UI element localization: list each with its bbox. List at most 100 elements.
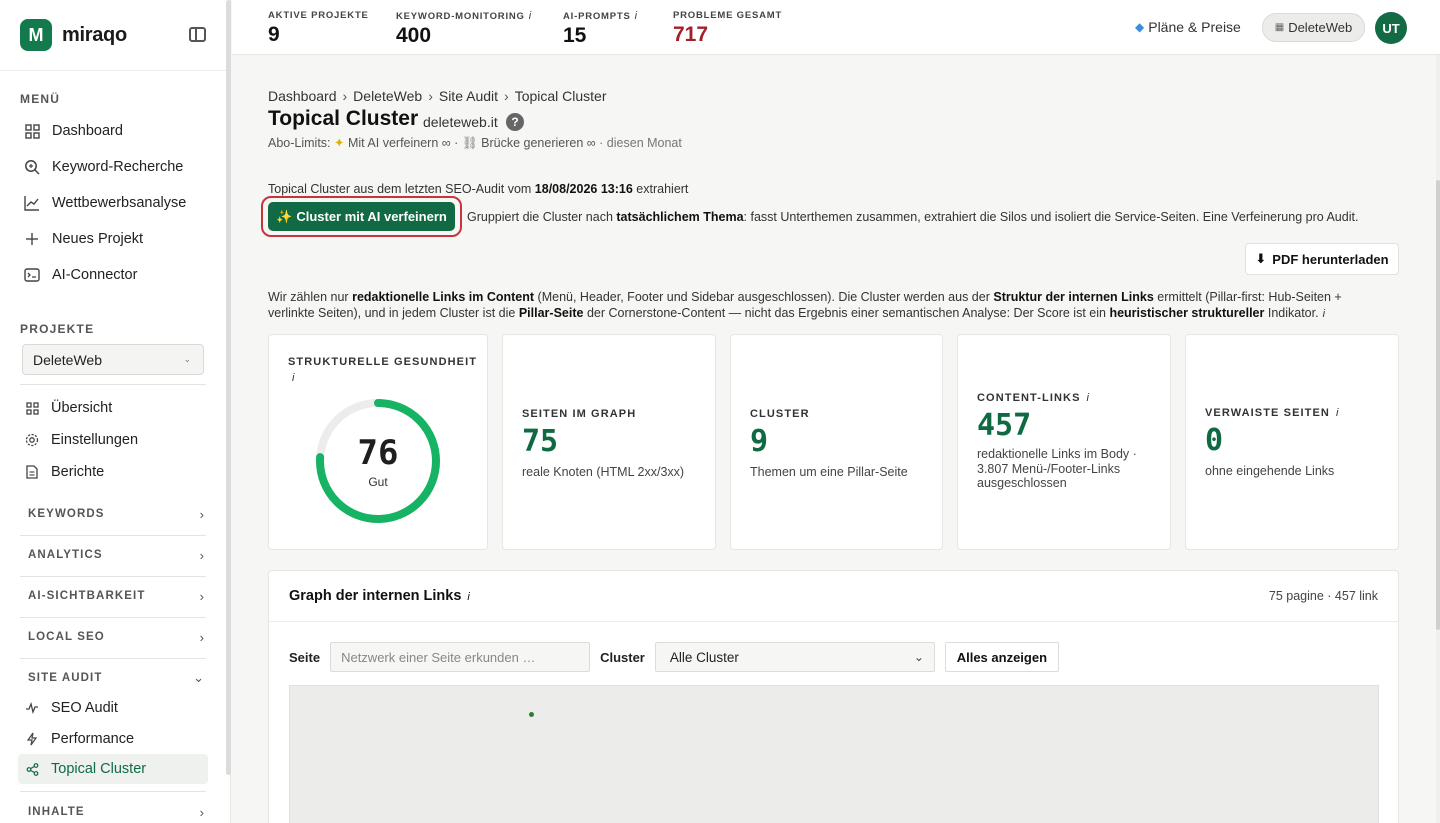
section-label: KEYWORDS [28,508,105,520]
section-label: INHALTE [28,806,85,818]
sidebar-item-label: Übersicht [51,400,113,416]
breadcrumb-item[interactable]: Dashboard [268,88,337,104]
info-icon[interactable]: i [292,372,294,384]
stat-problems-total: PROBLEME GESAMT 717 [673,10,782,47]
card-label: CLUSTER [750,408,810,420]
graph-canvas[interactable] [289,685,1379,823]
info-icon[interactable]: i [1087,392,1089,404]
graph-filters: Seite Cluster Alle Cluster ⌄ Alles anzei… [289,641,1059,673]
sidebar-item-performance[interactable]: Performance [18,724,208,754]
breadcrumb-item[interactable]: Site Audit [439,88,498,104]
sidebar-item-dashboard[interactable]: Dashboard [18,116,208,146]
info-icon[interactable]: i [1336,407,1338,419]
cluster-filter-label: Cluster [600,649,645,665]
sidebar-item-keyword-recherche[interactable]: Keyword-Recherche [18,152,208,182]
info-icon[interactable]: i [529,10,532,22]
divider [20,384,206,385]
sidebar-section-ai-sichtbarkeit[interactable]: AI-SICHTBARKEIT › [28,586,204,606]
sidebar-item-neues-projekt[interactable]: Neues Projekt [18,224,208,254]
section-label: AI-SICHTBARKEIT [28,590,146,602]
note-text: der Cornerstone-Content — nicht das Erge… [586,306,1106,320]
diamond-icon: ◆ [1135,20,1145,34]
card-label-text: CONTENT-LINKS [977,392,1081,404]
stat-value: 9 [268,23,280,46]
sidebar-scrollbar[interactable] [226,0,231,775]
project-pill-label: DeleteWeb [1288,20,1353,35]
brand-name[interactable]: miraqo [62,24,127,47]
limit-ai: Mit AI verfeinern ∞ [347,136,451,150]
card-body: CONTENT-LINKS i 457 redaktionelle Links i… [977,392,1157,491]
stat-label: AKTIVE PROJEKTE [268,10,369,21]
chevron-down-icon: ⌄ [183,354,191,364]
graph-header: Graph der internen Links i 75 pagine · 45… [269,571,1398,622]
sidebar-item-label: SEO Audit [51,700,118,716]
cluster-select-value: Alle Cluster [669,649,739,665]
chevron-right-icon: › [199,547,204,563]
extract-info: Topical Cluster aus dem letzten SEO-Audi… [268,182,688,196]
download-pdf-button[interactable]: ⬇ PDF herunterladen [1245,243,1399,275]
help-icon[interactable]: ? [506,113,524,131]
info-icon[interactable]: i [635,10,638,22]
sidebar-section-inhalte[interactable]: INHALTE › [28,802,204,822]
sidebar-section-analytics[interactable]: ANALYTICS › [28,545,204,565]
divider [20,535,206,536]
top-bar: AKTIVE PROJEKTE 9 KEYWORD-MONITORING i 40… [232,0,1440,55]
sidebar-section-site-audit[interactable]: SITE AUDIT ⌄ [28,668,204,688]
graph-title: Graph der internen Links i [289,588,470,604]
project-switcher[interactable]: ▦ DeleteWeb [1262,13,1365,42]
graph-node[interactable] [529,712,534,717]
chevron-down-icon: ⌄ [193,670,204,685]
info-icon[interactable]: i [1323,308,1325,320]
sidebar-item-topical-cluster[interactable]: Topical Cluster [18,754,208,784]
logo-icon[interactable]: M [20,19,52,51]
refine-with-ai-button[interactable]: ✨ Cluster mit AI verfeinern [268,202,455,231]
health-gauge: 76 Gut [314,397,442,525]
sidebar-item-seo-audit[interactable]: SEO Audit [18,693,208,723]
sidebar-item-einstellungen[interactable]: Einstellungen [18,425,208,455]
sidebar-section-local-seo[interactable]: LOCAL SEO › [28,627,204,647]
methodology-note: Wir zählen nur redaktionelle Links im Co… [268,289,1388,322]
cluster-select[interactable]: Alle Cluster ⌄ [654,642,935,672]
pdf-button-label: PDF herunterladen [1272,251,1389,267]
stat-active-projects: AKTIVE PROJEKTE 9 [268,10,369,47]
stat-value: 717 [673,23,709,46]
card-label: STRUKTURELLE GESUNDHEIT i [288,354,478,386]
card-subtitle: Themen um eine Pillar-Seite [750,465,908,479]
refine-desc-text: : fasst Unterthemen zusammen, extrahiert… [743,210,1359,224]
card-pages-in-graph: SEITEN IM GRAPH 75 reale Knoten (HTML 2x… [502,334,716,550]
health-status: Gut [368,475,388,489]
card-body: SEITEN IM GRAPH 75 reale Knoten (HTML 2x… [522,408,684,480]
breadcrumb: Dashboard › DeleteWeb › Site Audit › Top… [268,88,607,104]
info-icon[interactable]: i [467,591,469,603]
sidebar-item-ai-connector[interactable]: AI-Connector [18,260,208,290]
show-all-button[interactable]: Alles anzeigen [944,642,1059,672]
plans-pricing-link[interactable]: ◆ Pläne & Preise [1135,19,1241,35]
sidebar-item-uebersicht[interactable]: Übersicht [18,393,208,423]
sparkle-icon: ✦ [334,136,345,150]
section-label: ANALYTICS [28,549,103,561]
sidebar-item-wettbewerbsanalyse[interactable]: Wettbewerbsanalyse [18,188,208,218]
extract-date: 18/08/2026 13:16 [534,182,633,196]
sidebar-section-keywords[interactable]: KEYWORDS › [28,504,204,524]
main-scrollbar[interactable] [1436,55,1440,823]
project-select[interactable]: DeleteWeb ⌄ [22,344,204,375]
project-select-value: DeleteWeb [33,351,103,368]
grid-icon [24,400,40,416]
chevron-right-icon: › [199,588,204,604]
page-search-input[interactable] [330,642,591,672]
card-subtitle: redaktionelle Links im Body · 3.807 Menü… [977,447,1137,490]
limit-suffix: · diesen Monat [599,136,682,150]
card-body: VERWAISTE SEITEN i 0 ohne eingehende Link… [1205,407,1338,479]
breadcrumb-item[interactable]: DeleteWeb [353,88,422,104]
card-label-text: STRUKTURELLE GESUNDHEIT [288,356,478,368]
note-bold: redaktionelle Links im Content [352,290,535,304]
avatar[interactable]: UT [1375,12,1407,44]
sidebar-item-berichte[interactable]: Berichte [18,457,208,487]
sidebar-toggle-icon[interactable] [189,27,206,42]
refine-desc-bold: tatsächlichem Thema [616,210,744,224]
page-filter-label: Seite [289,649,321,665]
divider [20,791,206,792]
stat-value: 400 [396,24,432,47]
stat-keyword-monitoring: KEYWORD-MONITORING i 400 [396,10,532,48]
sidebar-item-label: Neues Projekt [52,231,144,247]
